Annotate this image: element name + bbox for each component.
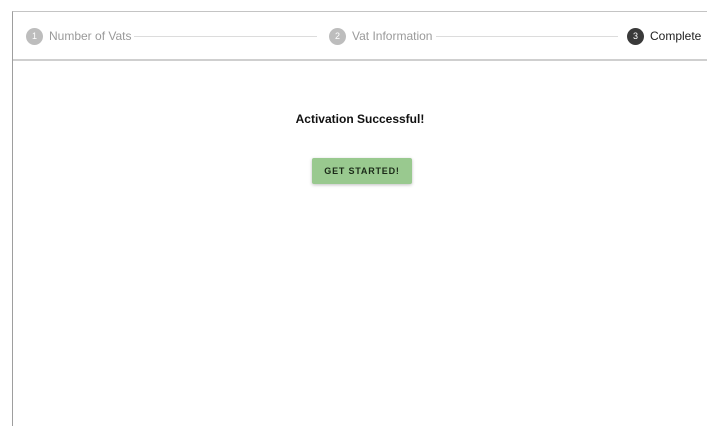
step-2-badge: 2: [329, 27, 346, 45]
step-number-of-vats[interactable]: 1 Number of Vats: [26, 27, 131, 45]
activation-panel: 1 Number of Vats 2 Vat Information 3 Com…: [12, 11, 707, 426]
step-connector: [134, 36, 317, 37]
step-1-badge: 1: [26, 27, 43, 45]
step-complete[interactable]: 3 Complete: [627, 27, 701, 45]
step-3-badge: 3: [627, 27, 644, 45]
activation-success-message: Activation Successful!: [295, 112, 425, 126]
step-1-label: Number of Vats: [49, 29, 132, 43]
step-vat-information[interactable]: 2 Vat Information: [329, 27, 432, 45]
step-2-label: Vat Information: [352, 29, 433, 43]
stepper: 1 Number of Vats 2 Vat Information 3 Com…: [13, 12, 707, 61]
get-started-button[interactable]: GET STARTED!: [312, 158, 412, 184]
step-connector: [436, 36, 618, 37]
step-3-label: Complete: [650, 29, 702, 43]
